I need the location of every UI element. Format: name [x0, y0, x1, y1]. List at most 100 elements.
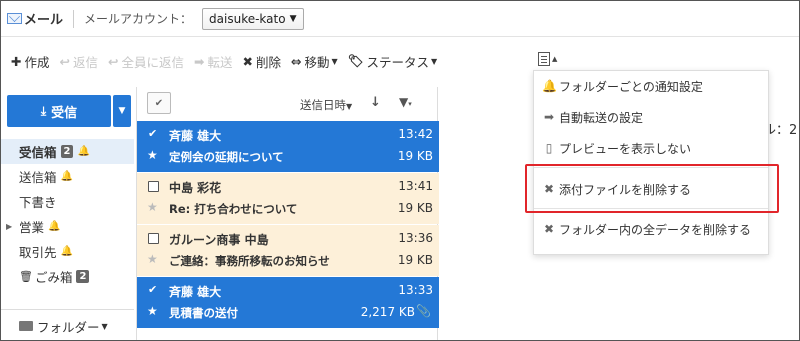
star-icon[interactable]: ★	[147, 148, 158, 162]
reply-button[interactable]: ↩ 返信	[60, 52, 99, 71]
sort-label: 送信日時	[300, 98, 346, 112]
reply-icon: ↩	[59, 53, 70, 69]
download-icon: ⤓	[40, 103, 47, 118]
sidebar-item-label: 受信箱	[19, 145, 57, 160]
bell-icon: 🔔	[48, 221, 61, 232]
bell-icon: 🔔	[542, 79, 557, 93]
filter-icon[interactable]: ▼▾	[399, 95, 412, 109]
move-button[interactable]: ⇔ 移動 ▼	[291, 52, 338, 71]
mail-row[interactable]: ★ ガルーン商事 中島 13:36 ご連絡：事務所移転のお知らせ 19 KB	[137, 225, 439, 276]
forward-icon: ➡	[194, 53, 205, 69]
row-checkbox[interactable]: ✔	[148, 284, 159, 295]
receive-button[interactable]: ⤓ 受信	[7, 95, 111, 127]
mail-subject: ご連絡：事務所移転のお知らせ	[169, 254, 330, 268]
account-select-value: daisuke-kato	[209, 11, 286, 26]
move-label: 移動	[304, 54, 330, 70]
reply-all-button[interactable]: ↩ 全員に返信	[108, 52, 184, 71]
star-icon[interactable]: ★	[147, 252, 158, 266]
select-all-checkbox[interactable]: ✔	[147, 92, 171, 114]
mail-time: 13:41	[398, 179, 433, 193]
status-button[interactable]: 🏷 ステータス ▼	[348, 52, 438, 71]
sidebar-item-label: 営業	[19, 220, 45, 235]
status-label: ステータス	[366, 54, 430, 70]
tag-icon: 🏷	[347, 53, 364, 68]
mail-size: 19 KB	[397, 253, 433, 267]
mail-size: 19 KB	[397, 201, 433, 215]
app-title: メール	[7, 9, 63, 28]
compose-label: 作成	[24, 54, 50, 70]
bell-icon: 🔔	[77, 146, 90, 157]
preview-pane-icon: ▯	[545, 141, 553, 155]
sidebar-item[interactable]: ▶ 営業 🔔	[1, 214, 134, 239]
sidebar-item-label: 下書き	[19, 195, 57, 210]
sidebar-item-label: 送信箱	[19, 170, 57, 185]
mail-row[interactable]: ✔ ★ 斉藤 雄大 13:42 定例会の延期について 19 KB	[137, 121, 439, 172]
row-checkbox[interactable]	[148, 181, 159, 192]
mail-sender: 中島 彩花	[169, 181, 222, 195]
delete-button[interactable]: ✖ 削除	[243, 52, 282, 71]
mail-row[interactable]: ★ 中島 彩花 13:41 Re: 打ち合わせについて 19 KB	[137, 173, 439, 224]
mail-subject: Re: 打ち合わせについて	[169, 202, 298, 216]
mail-list-header: ✔ 送信日時▼ ↓ ▼▾	[137, 87, 437, 121]
trash-icon: 🗑	[19, 270, 33, 283]
menu-item[interactable]: ✖ フォルダー内の全データを削除する	[534, 214, 768, 244]
forward-label: 転送	[207, 54, 233, 70]
mail-row[interactable]: ✔ ★ 斉藤 雄大 13:33 見積書の送付 2,217 KB 📎	[137, 277, 439, 328]
folder-icon	[19, 321, 33, 331]
expand-icon[interactable]: ▶	[6, 222, 12, 231]
chevron-down-icon: ▼	[431, 56, 438, 66]
folder-menu-button[interactable]: フォルダー ▼	[1, 309, 134, 340]
row-checkbox[interactable]	[148, 233, 159, 244]
sidebar-item-label: 取引先	[19, 245, 57, 260]
sidebar-item[interactable]: 下書き	[1, 189, 134, 214]
account-select[interactable]: daisuke-kato ▼	[202, 7, 304, 30]
compose-button[interactable]: ✚ 作成	[11, 52, 50, 71]
reply-all-label: 全員に返信	[121, 54, 184, 70]
header-divider	[73, 9, 75, 28]
sidebar-item[interactable]: 送信箱 🔔	[1, 164, 134, 189]
star-icon[interactable]: ★	[147, 200, 158, 214]
more-menu-button[interactable]: ▲	[538, 52, 557, 66]
folder-list: 受信箱 2 🔔 送信箱 🔔 下書き ▶ 営業 🔔 取引先 🔔 🗑 ごみ箱 2	[1, 139, 134, 289]
sidebar-item[interactable]: 受信箱 2 🔔	[1, 139, 134, 164]
sort-dropdown[interactable]: 送信日時▼	[300, 97, 352, 113]
chevron-down-icon: ▼	[346, 102, 353, 111]
row-checkbox[interactable]: ✔	[148, 128, 159, 139]
menu-item[interactable]: ▯ プレビューを表示しない	[534, 133, 768, 163]
star-icon[interactable]: ★	[147, 304, 158, 318]
sidebar-item-label: ごみ箱	[34, 270, 73, 285]
menu-item[interactable]: ➡ 自動転送の設定	[534, 102, 768, 132]
chevron-down-icon: ▼	[101, 321, 108, 331]
mail-list: ✔ 送信日時▼ ↓ ▼▾ ✔ ★ 斉藤 雄大 13:42 定例会の延期について 19 KB…	[136, 87, 439, 340]
sort-order-icon[interactable]: ↓	[370, 95, 381, 110]
menu-item[interactable]: 🔔 フォルダーごとの通知設定	[534, 71, 768, 101]
mail-icon	[7, 13, 22, 24]
arrow-right-icon: ➡	[543, 110, 555, 124]
unread-count-badge: 2	[76, 270, 90, 283]
sidebar-item[interactable]: 🗑 ごみ箱 2	[1, 264, 134, 289]
delete-label: 削除	[255, 54, 281, 70]
folder-sidebar: ⤓ 受信 ▼ 受信箱 2 🔔 送信箱 🔔 下書き ▶ 営業 🔔 取引先 🔔 🗑 ごみ箱 2 フォルダー ▼	[1, 87, 134, 340]
receive-dropdown-button[interactable]: ▼	[113, 95, 131, 127]
x-icon: ✖	[242, 53, 253, 69]
chevron-down-icon: ▼	[118, 106, 126, 116]
move-arrows-icon: ⇔	[291, 53, 302, 69]
mail-time: 13:36	[398, 231, 433, 245]
mail-sender: ガルーン商事 中島	[169, 233, 269, 247]
receive-label: 受信	[51, 105, 78, 121]
chevron-down-icon: ▼	[331, 56, 338, 66]
chevron-up-icon: ▲	[552, 55, 558, 63]
account-label: メールアカウント：	[84, 12, 193, 26]
forward-button[interactable]: ➡ 転送	[194, 52, 233, 71]
chevron-down-icon: ▼	[289, 13, 297, 24]
reply-all-icon: ↩	[108, 53, 119, 69]
plus-icon: ✚	[11, 53, 22, 69]
mail-subject: 定例会の延期について	[169, 150, 284, 164]
menu-item-label: フォルダーごとの通知設定	[559, 79, 703, 94]
sidebar-item[interactable]: 取引先 🔔	[1, 239, 134, 264]
mail-sender: 斉藤 雄大	[169, 285, 222, 299]
more-menu: 🔔 フォルダーごとの通知設定 ➡ 自動転送の設定 ▯ プレビューを表示しない ✖ 添付ファイル…	[533, 70, 769, 255]
mail-time: 13:33	[398, 283, 433, 297]
bell-icon: 🔔	[60, 171, 73, 182]
paperclip-icon: 📎	[416, 304, 431, 318]
